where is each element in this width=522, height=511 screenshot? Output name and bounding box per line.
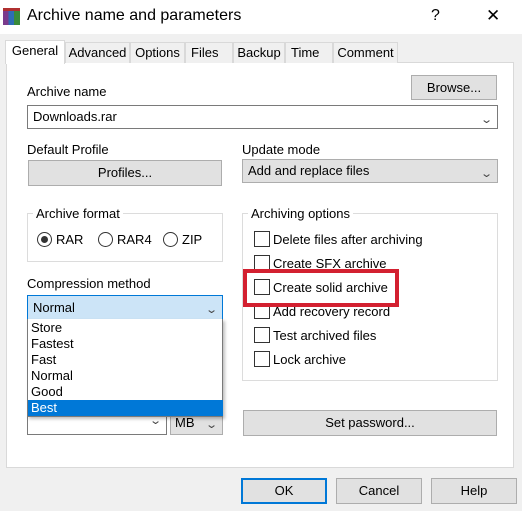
archive-name-label: Archive name [27, 84, 107, 99]
archive-name-input[interactable]: Downloads.rar ⌄ [27, 105, 498, 129]
ok-button[interactable]: OK [241, 478, 327, 504]
checkbox-delete-files[interactable] [254, 231, 270, 247]
split-unit-value: MB [175, 415, 195, 430]
cancel-button[interactable]: Cancel [336, 478, 422, 504]
tab-advanced[interactable]: Advanced [65, 42, 130, 63]
default-profile-label: Default Profile [27, 142, 109, 157]
compression-method-label: Compression method [27, 276, 151, 291]
profiles-button[interactable]: Profiles... [28, 160, 222, 186]
radio-rar[interactable] [37, 232, 52, 247]
option-fastest[interactable]: Fastest [29, 336, 222, 352]
test-label[interactable]: Test archived files [273, 328, 376, 343]
lock-label[interactable]: Lock archive [273, 352, 346, 367]
help-dialog-button[interactable]: Help [431, 478, 517, 504]
option-good[interactable]: Good [29, 384, 222, 400]
archive-name-value: Downloads.rar [33, 109, 117, 124]
archiving-options-label: Archiving options [248, 206, 353, 221]
option-best[interactable]: Best [28, 400, 223, 416]
update-mode-value: Add and replace files [248, 163, 370, 178]
radio-rar-label[interactable]: RAR [56, 232, 83, 247]
chevron-down-icon: ⌄ [204, 419, 218, 431]
option-normal[interactable]: Normal [29, 368, 222, 384]
set-password-button[interactable]: Set password... [243, 410, 497, 436]
update-mode-select[interactable]: Add and replace files ⌄ [242, 159, 498, 183]
tab-options[interactable]: Options [130, 42, 185, 63]
option-fast[interactable]: Fast [29, 352, 222, 368]
checkbox-test[interactable] [254, 327, 270, 343]
highlight-box [243, 269, 399, 307]
tab-comment[interactable]: Comment [333, 42, 398, 63]
radio-rar4[interactable] [98, 232, 113, 247]
checkbox-lock[interactable] [254, 351, 270, 367]
tab-files[interactable]: Files [185, 42, 233, 63]
tab-backup[interactable]: Backup [233, 42, 285, 63]
tab-general[interactable]: General [5, 40, 65, 64]
tab-time[interactable]: Time [285, 42, 333, 63]
browse-button[interactable]: Browse... [411, 75, 497, 100]
option-store[interactable]: Store [29, 320, 222, 336]
compression-dropdown-list: Store Fastest Fast Normal Good Best [27, 319, 223, 417]
window-title: Archive name and parameters [27, 7, 242, 24]
compression-value: Normal [33, 300, 75, 315]
winrar-app-icon [3, 8, 20, 25]
archive-format-label: Archive format [33, 206, 123, 221]
radio-zip[interactable] [163, 232, 178, 247]
update-mode-label: Update mode [242, 142, 321, 157]
radio-rar4-label[interactable]: RAR4 [117, 232, 152, 247]
close-button[interactable]: ✕ [486, 6, 500, 26]
delete-files-label[interactable]: Delete files after archiving [273, 232, 423, 247]
help-button[interactable]: ? [431, 7, 443, 25]
chevron-down-icon[interactable]: ⌄ [480, 109, 493, 131]
compression-method-select[interactable]: Normal ⌄ [27, 295, 223, 320]
chevron-down-icon: ⌄ [479, 168, 493, 180]
title-bar: Archive name and parameters ? ✕ [0, 0, 522, 34]
radio-zip-label[interactable]: ZIP [182, 232, 202, 247]
